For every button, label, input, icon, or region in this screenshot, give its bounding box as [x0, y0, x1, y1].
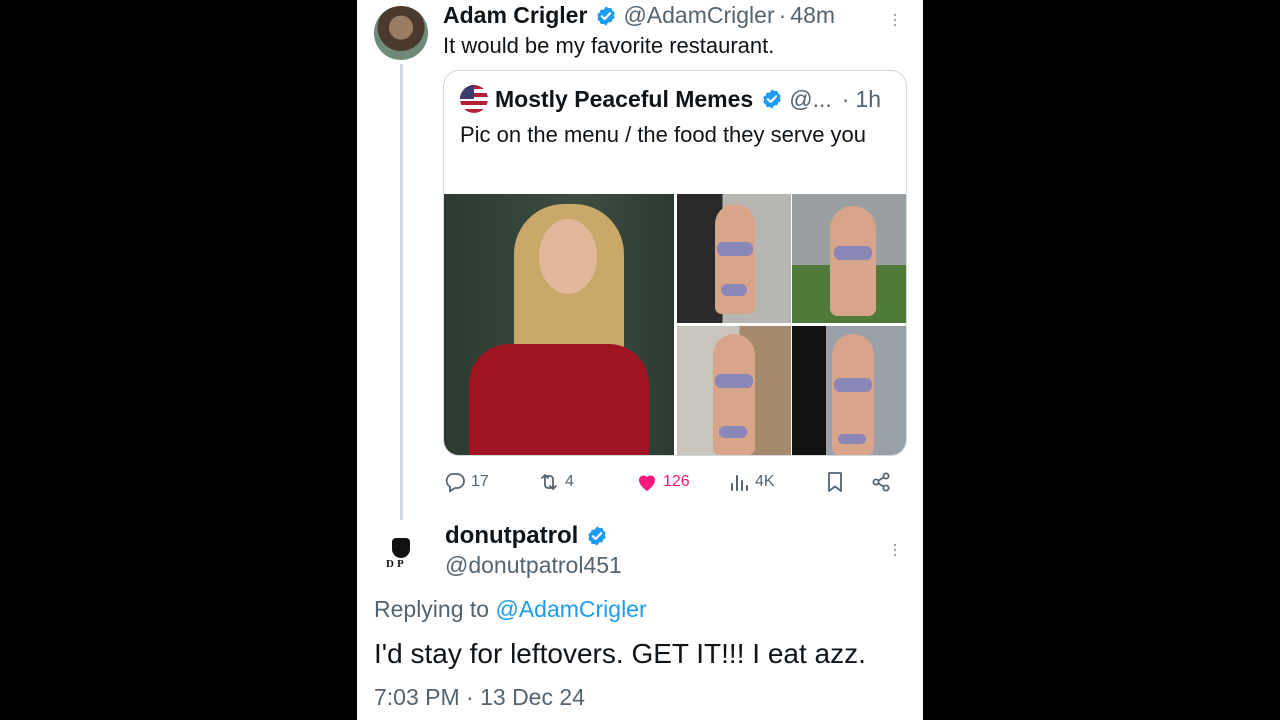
avatar[interactable] — [374, 6, 428, 60]
retweet-icon — [541, 474, 557, 490]
replying-to-label: Replying to — [374, 596, 496, 622]
time-separator: · — [778, 2, 787, 28]
media-image[interactable] — [792, 194, 906, 323]
reply-author-row: donutpatrol — [445, 522, 614, 550]
reply-author-handle[interactable]: @donutpatrol451 — [445, 552, 622, 579]
tweet-text: It would be my favorite restaurant. — [443, 33, 775, 58]
like-button[interactable]: 126 — [635, 470, 690, 494]
reply-count: 17 — [471, 473, 489, 490]
reply-text: I'd stay for leftovers. GET IT!!! I eat … — [374, 638, 866, 669]
time-separator: · — [841, 85, 850, 112]
quoted-author-name[interactable]: Mostly Peaceful Memes — [495, 86, 753, 113]
tweet-header: Adam Crigler @AdamCrigler · 48m — [443, 2, 835, 29]
action-bar: 17 4 126 4K — [443, 466, 907, 498]
quoted-tweet-time[interactable]: 1h — [855, 86, 881, 113]
tweet-time[interactable]: 48m — [790, 2, 835, 29]
flag-avatar-icon — [460, 85, 488, 113]
replying-to-link[interactable]: @AdamCrigler — [495, 596, 646, 622]
reply-timestamp[interactable]: 7:03 PM · 13 Dec 24 — [374, 684, 585, 711]
quoted-tweet[interactable]: Mostly Peaceful Memes @... · 1h Pic on t… — [443, 70, 907, 456]
quoted-tweet-text: Pic on the menu / the food they serve yo… — [460, 122, 867, 147]
verified-badge-icon — [588, 526, 607, 546]
tweet-panel: Adam Crigler @AdamCrigler · 48m · · · It w… — [357, 0, 923, 720]
views-icon — [731, 475, 748, 491]
bookmark-button[interactable] — [823, 470, 847, 494]
like-count: 126 — [663, 473, 690, 490]
retweet-count: 4 — [565, 473, 574, 490]
media-image[interactable] — [792, 326, 906, 455]
author-name[interactable]: Adam Crigler — [443, 2, 587, 29]
bookmark-icon — [828, 472, 842, 492]
author-handle[interactable]: @AdamCrigler — [623, 2, 774, 29]
heart-icon — [639, 475, 655, 491]
thread-line — [400, 64, 403, 522]
reply-icon — [445, 473, 465, 493]
verified-badge-icon — [597, 5, 616, 26]
avatar[interactable]: DP — [374, 520, 428, 574]
verified-badge-icon — [763, 89, 781, 109]
more-options-icon[interactable]: · · · — [892, 535, 898, 563]
media-image[interactable] — [444, 194, 674, 455]
reply-button[interactable]: 17 — [443, 470, 489, 494]
views-count: 4K — [755, 473, 775, 490]
media-image[interactable] — [677, 326, 791, 455]
shield-icon — [392, 538, 410, 558]
views-button[interactable]: 4K — [727, 470, 775, 494]
retweet-button[interactable]: 4 — [537, 470, 574, 494]
quoted-author-handle[interactable]: @... — [789, 86, 832, 113]
replying-to: Replying to @AdamCrigler — [374, 596, 647, 623]
avatar-monogram: DP — [386, 558, 407, 570]
media-grid — [444, 194, 906, 455]
share-icon — [872, 472, 890, 492]
quoted-tweet-header: Mostly Peaceful Memes @... · 1h — [460, 85, 881, 113]
share-button[interactable] — [869, 470, 893, 494]
media-image[interactable] — [677, 194, 791, 323]
more-options-icon[interactable]: · · · — [892, 5, 898, 33]
reply-author-name[interactable]: donutpatrol — [445, 522, 578, 550]
